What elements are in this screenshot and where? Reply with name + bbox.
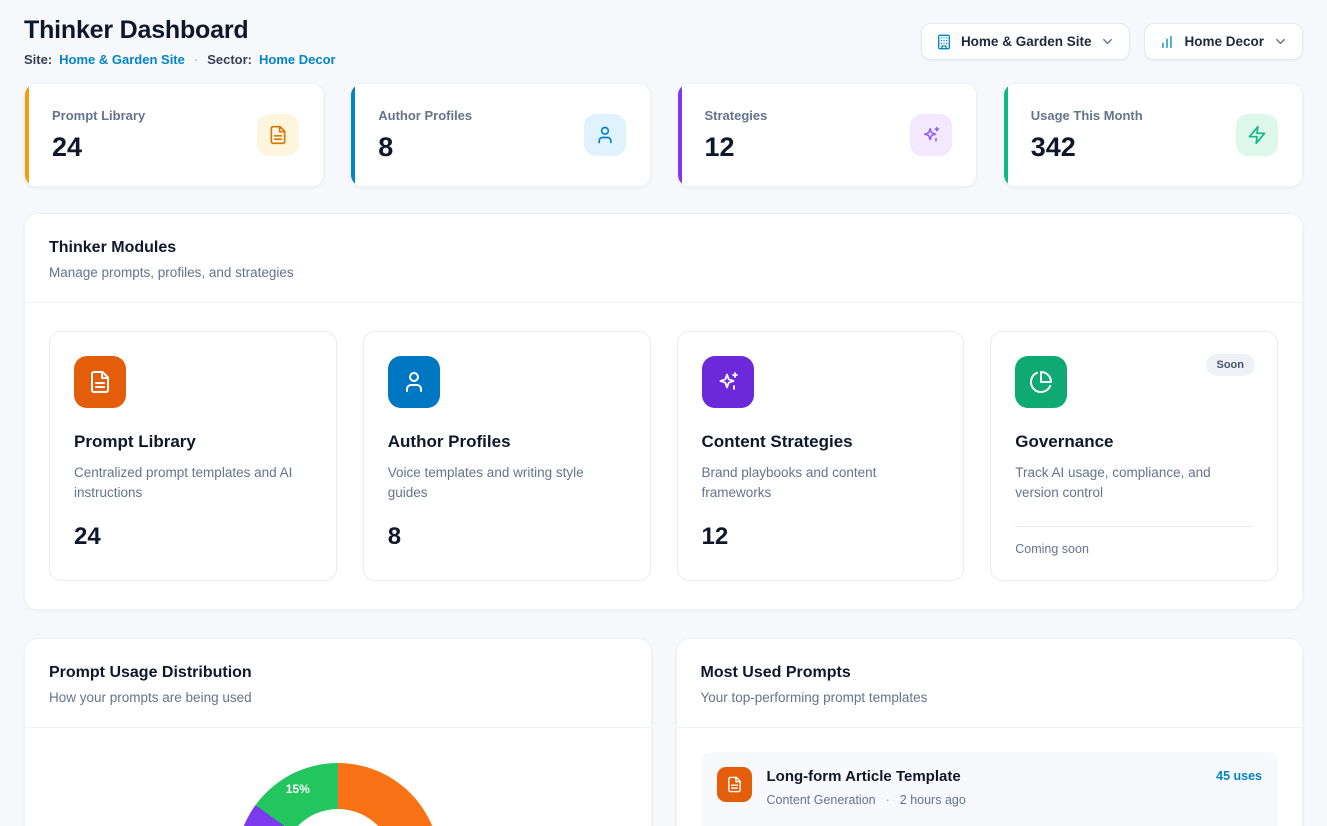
topbar: Thinker Dashboard Site: Home & Garden Si… bbox=[24, 16, 1303, 67]
section-title: Prompt Usage Distribution bbox=[49, 664, 627, 682]
stat-text: Usage This Month 342 bbox=[1031, 108, 1143, 163]
stat-text: Strategies 12 bbox=[705, 108, 768, 163]
module-description: Voice templates and writing style guides bbox=[388, 463, 623, 504]
stat-card-author-profiles: Author Profiles 8 bbox=[350, 83, 650, 187]
divider bbox=[1015, 526, 1253, 527]
soon-badge: Soon bbox=[1206, 354, 1256, 376]
topbar-actions: Home & Garden Site Home Decor bbox=[921, 23, 1303, 60]
module-card-governance[interactable]: Soon Governance Track AI usage, complian… bbox=[990, 331, 1278, 581]
usage-donut: 15% bbox=[236, 763, 440, 826]
donut-segment-label: 15% bbox=[286, 782, 310, 796]
most-used-panel: Most Used Prompts Your top-performing pr… bbox=[676, 638, 1304, 826]
prompt-list-item[interactable]: Long-form Article Template Content Gener… bbox=[701, 752, 1279, 826]
separator-dot: · bbox=[192, 52, 200, 67]
site-link[interactable]: Home & Garden Site bbox=[59, 52, 185, 67]
stat-card-prompt-library: Prompt Library 24 bbox=[24, 83, 324, 187]
module-description: Track AI usage, compliance, and version … bbox=[1015, 463, 1250, 504]
dashboard-page: Thinker Dashboard Site: Home & Garden Si… bbox=[0, 0, 1327, 826]
chevron-down-icon bbox=[1273, 34, 1288, 49]
sparkles-icon bbox=[702, 356, 754, 408]
user-icon bbox=[584, 114, 626, 156]
most-used-header: Most Used Prompts Your top-performing pr… bbox=[677, 639, 1303, 728]
uses-badge: 45 uses bbox=[1216, 769, 1262, 783]
stat-card-usage: Usage This Month 342 bbox=[1003, 83, 1303, 187]
module-title: Content Strategies bbox=[702, 432, 940, 452]
stats-row: Prompt Library 24 Author Profiles 8 Stra… bbox=[24, 83, 1303, 187]
pie-chart-icon bbox=[1015, 356, 1067, 408]
prompt-usage-panel: Prompt Usage Distribution How your promp… bbox=[24, 638, 652, 826]
sector-link[interactable]: Home Decor bbox=[259, 52, 336, 67]
bottom-row: Prompt Usage Distribution How your promp… bbox=[24, 638, 1303, 826]
site-selector-label: Home & Garden Site bbox=[961, 34, 1092, 49]
module-count: 8 bbox=[388, 523, 626, 551]
stat-text: Author Profiles 8 bbox=[378, 108, 472, 163]
prompt-list: Long-form Article Template Content Gener… bbox=[677, 728, 1303, 826]
module-title: Governance bbox=[1015, 432, 1253, 452]
user-icon bbox=[388, 356, 440, 408]
coming-soon-text: Coming soon bbox=[1015, 542, 1253, 556]
prompt-meta: Content Generation · 2 hours ago bbox=[767, 793, 1202, 807]
site-selector-button[interactable]: Home & Garden Site bbox=[921, 23, 1131, 60]
module-card-author-profiles[interactable]: Author Profiles Voice templates and writ… bbox=[363, 331, 651, 581]
modules-grid: Prompt Library Centralized prompt templa… bbox=[25, 303, 1302, 609]
section-subtitle: Manage prompts, profiles, and strategies bbox=[49, 265, 1278, 280]
stat-value: 12 bbox=[705, 132, 768, 163]
page-title: Thinker Dashboard bbox=[24, 16, 336, 44]
file-text-icon bbox=[717, 767, 752, 802]
breadcrumb: Site: Home & Garden Site · Sector: Home … bbox=[24, 52, 336, 67]
section-subtitle: How your prompts are being used bbox=[49, 690, 627, 705]
section-subtitle: Your top-performing prompt templates bbox=[701, 690, 1279, 705]
sparkles-icon bbox=[910, 114, 952, 156]
usage-header: Prompt Usage Distribution How your promp… bbox=[25, 639, 651, 728]
zap-icon bbox=[1236, 114, 1278, 156]
file-text-icon bbox=[257, 114, 299, 156]
sector-label: Sector: bbox=[207, 52, 252, 67]
module-count: 12 bbox=[702, 523, 940, 551]
file-text-icon bbox=[74, 356, 126, 408]
building-icon bbox=[936, 34, 952, 50]
module-description: Centralized prompt templates and AI inst… bbox=[74, 463, 309, 504]
bar-chart-icon bbox=[1159, 34, 1175, 50]
chevron-down-icon bbox=[1100, 34, 1115, 49]
stat-value: 24 bbox=[52, 132, 145, 163]
usage-donut-chart: 15% bbox=[25, 728, 651, 826]
prompt-title: Long-form Article Template bbox=[767, 768, 1202, 785]
section-title: Most Used Prompts bbox=[701, 664, 1279, 682]
module-title: Prompt Library bbox=[74, 432, 312, 452]
stat-value: 342 bbox=[1031, 132, 1143, 163]
stat-value: 8 bbox=[378, 132, 472, 163]
topbar-left: Thinker Dashboard Site: Home & Garden Si… bbox=[24, 16, 336, 67]
section-title: Thinker Modules bbox=[49, 239, 1278, 257]
thinker-modules-panel: Thinker Modules Manage prompts, profiles… bbox=[24, 213, 1303, 610]
stat-label: Prompt Library bbox=[52, 108, 145, 123]
stat-label: Strategies bbox=[705, 108, 768, 123]
module-count: 24 bbox=[74, 523, 312, 551]
module-title: Author Profiles bbox=[388, 432, 626, 452]
site-label: Site: bbox=[24, 52, 52, 67]
modules-header: Thinker Modules Manage prompts, profiles… bbox=[25, 214, 1302, 303]
sector-selector-label: Home Decor bbox=[1184, 34, 1264, 49]
sector-selector-button[interactable]: Home Decor bbox=[1144, 23, 1303, 60]
module-description: Brand playbooks and content frameworks bbox=[702, 463, 937, 504]
prompt-category: Content Generation bbox=[767, 793, 876, 807]
prompt-text: Long-form Article Template Content Gener… bbox=[767, 767, 1202, 807]
prompt-time: 2 hours ago bbox=[900, 793, 966, 807]
stat-text: Prompt Library 24 bbox=[52, 108, 145, 163]
separator-dot: · bbox=[884, 793, 892, 807]
stat-label: Author Profiles bbox=[378, 108, 472, 123]
module-card-prompt-library[interactable]: Prompt Library Centralized prompt templa… bbox=[49, 331, 337, 581]
stat-card-strategies: Strategies 12 bbox=[677, 83, 977, 187]
module-card-content-strategies[interactable]: Content Strategies Brand playbooks and c… bbox=[677, 331, 965, 581]
stat-label: Usage This Month bbox=[1031, 108, 1143, 123]
